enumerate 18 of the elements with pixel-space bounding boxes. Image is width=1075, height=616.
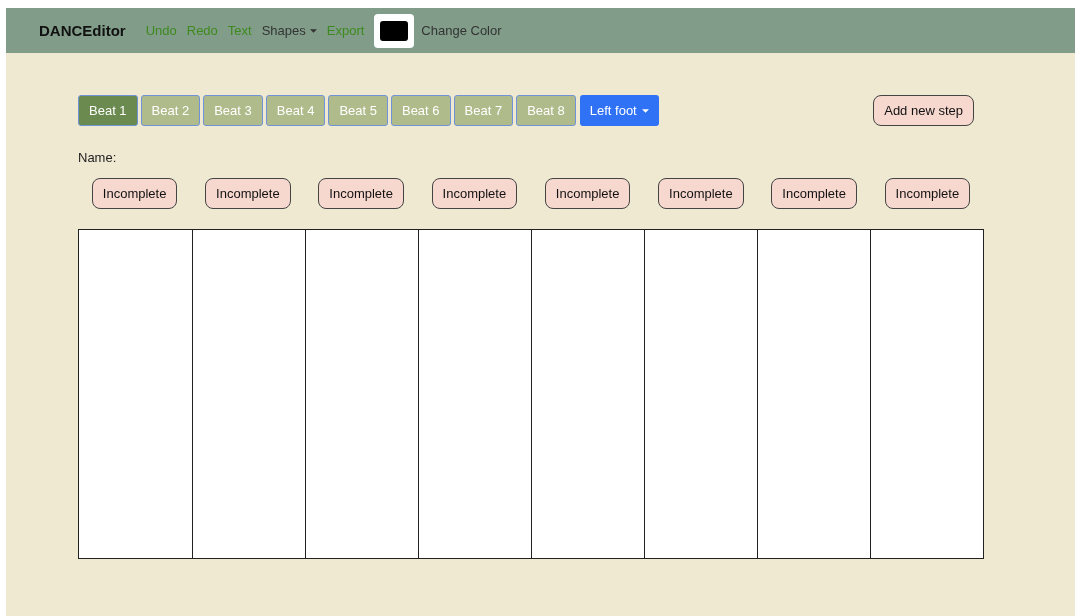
change-color-label: Change Color xyxy=(421,23,502,38)
status-button[interactable]: Incomplete xyxy=(771,178,857,209)
caret-icon xyxy=(309,28,317,33)
status-button[interactable]: Incomplete xyxy=(205,178,291,209)
brand-title[interactable]: DANCEditor xyxy=(39,22,126,39)
foot-dropdown[interactable]: Left foot xyxy=(579,95,659,126)
status-button[interactable]: Incomplete xyxy=(91,178,178,209)
add-step-button[interactable]: Add new step xyxy=(873,95,974,126)
status-button[interactable]: Incomplete xyxy=(884,178,971,209)
name-label: Name: xyxy=(78,150,118,165)
status-button[interactable]: Incomplete xyxy=(318,178,404,209)
status-button[interactable]: Incomplete xyxy=(658,178,744,209)
status-button[interactable]: Incomplete xyxy=(431,178,518,209)
shapes-dropdown[interactable]: Shapes xyxy=(261,23,317,38)
caret-icon xyxy=(641,108,649,113)
beat-tab[interactable]: Beat 1 xyxy=(78,95,138,126)
color-picker-button[interactable] xyxy=(374,13,415,48)
status-button[interactable]: Incomplete xyxy=(544,178,631,209)
